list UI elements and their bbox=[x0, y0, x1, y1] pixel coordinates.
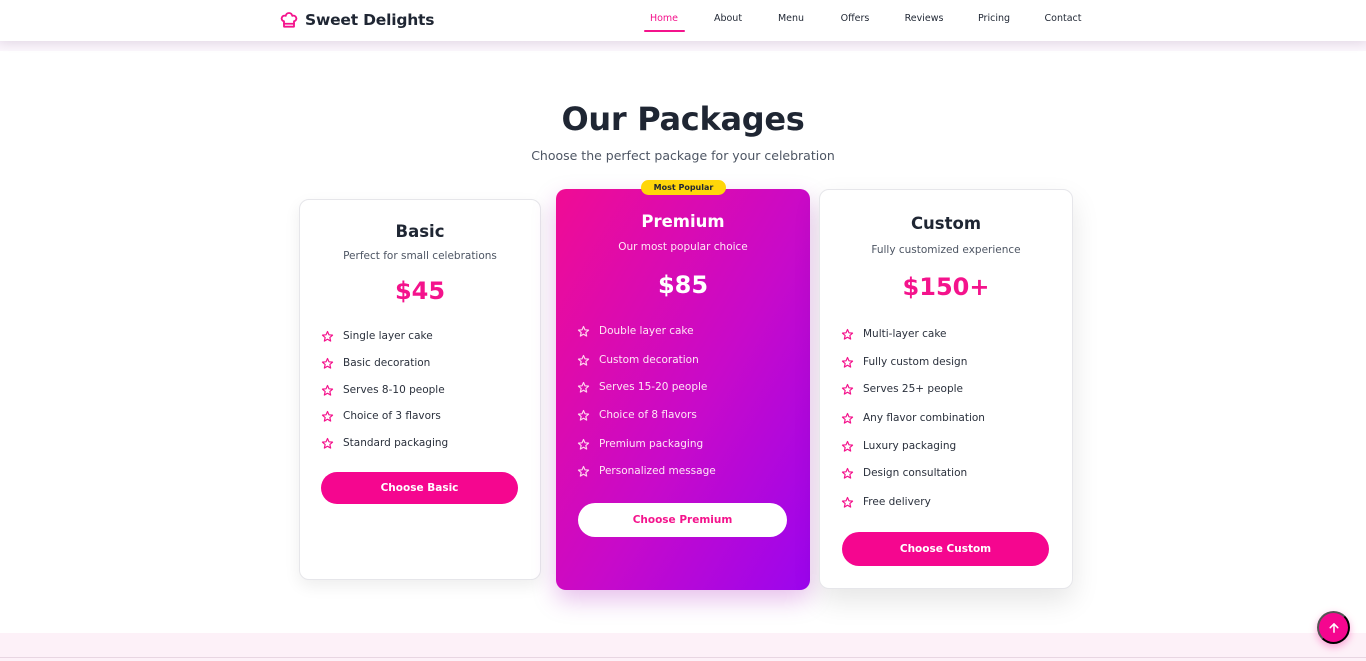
star-icon bbox=[321, 330, 334, 343]
package-card-premium: Premium Our most popular choice $85 Doub… bbox=[556, 189, 810, 590]
package-name: Custom bbox=[910, 214, 982, 233]
feature-label: Choice of 8 flavors bbox=[599, 409, 697, 421]
feature-label: Single layer cake bbox=[343, 330, 433, 342]
feature-item: Luxury packaging bbox=[841, 438, 956, 454]
main-nav: Home About Menu Offers Reviews Pricing C… bbox=[0, 0, 1366, 41]
package-card-basic: Basic Perfect for small celebrations $45… bbox=[299, 199, 541, 580]
feature-label: Double layer cake bbox=[599, 325, 694, 337]
feature-item: Serves 25+ people bbox=[841, 381, 963, 397]
site-header: Sweet Delights Home About Menu Offers Re… bbox=[0, 0, 1366, 41]
feature-item: Any flavor combination bbox=[841, 410, 985, 426]
nav-active-indicator bbox=[644, 30, 685, 32]
feature-item: Personalized message bbox=[577, 463, 716, 479]
feature-item: Serves 8-10 people bbox=[321, 382, 445, 398]
star-icon bbox=[841, 328, 854, 341]
arrow-up-icon bbox=[1328, 622, 1339, 633]
star-icon bbox=[321, 437, 334, 450]
star-icon bbox=[841, 496, 854, 509]
feature-label: Luxury packaging bbox=[863, 440, 957, 452]
section-subtitle: Choose the perfect package for your cele… bbox=[531, 148, 835, 163]
star-icon bbox=[841, 356, 854, 369]
feature-item: Free delivery bbox=[841, 494, 931, 510]
most-popular-badge: Most Popular bbox=[641, 180, 726, 195]
package-description: Our most popular choice bbox=[618, 241, 748, 253]
nav-home[interactable]: Home bbox=[650, 13, 678, 24]
feature-label: Standard packaging bbox=[343, 437, 449, 449]
feature-label: Choice of 3 flavors bbox=[343, 410, 441, 422]
feature-label: Fully custom design bbox=[863, 356, 968, 368]
choose-premium-button[interactable]: Choose Premium bbox=[578, 503, 787, 537]
nav-contact[interactable]: Contact bbox=[1045, 13, 1082, 24]
package-price: $150+ bbox=[902, 273, 990, 301]
feature-item: Premium packaging bbox=[577, 436, 703, 452]
star-icon bbox=[577, 409, 590, 422]
star-icon bbox=[321, 384, 334, 397]
star-icon bbox=[577, 465, 590, 478]
feature-label: Any flavor combination bbox=[863, 412, 985, 424]
feature-label: Serves 25+ people bbox=[863, 383, 964, 395]
feature-label: Free delivery bbox=[863, 496, 931, 508]
star-icon bbox=[321, 410, 334, 423]
feature-item: Fully custom design bbox=[841, 354, 967, 370]
feature-item: Choice of 8 flavors bbox=[577, 407, 697, 423]
star-icon bbox=[577, 381, 590, 394]
star-icon bbox=[841, 467, 854, 480]
star-icon bbox=[577, 438, 590, 451]
header-band bbox=[0, 41, 1366, 51]
feature-label: Personalized message bbox=[599, 465, 716, 477]
star-icon bbox=[841, 412, 854, 425]
feature-item: Custom decoration bbox=[577, 352, 699, 368]
package-price: $45 bbox=[394, 277, 446, 305]
star-icon bbox=[577, 354, 590, 367]
section-title: Our Packages bbox=[561, 100, 805, 138]
package-name: Basic bbox=[395, 222, 445, 241]
feature-label: Basic decoration bbox=[343, 357, 431, 369]
star-icon bbox=[321, 357, 334, 370]
package-price: $85 bbox=[657, 271, 709, 299]
back-to-top-button[interactable] bbox=[1317, 611, 1350, 644]
choose-custom-button[interactable]: Choose Custom bbox=[842, 532, 1049, 566]
feature-item: Serves 15-20 people bbox=[577, 379, 707, 395]
feature-label: Custom decoration bbox=[599, 354, 699, 366]
star-icon bbox=[577, 325, 590, 338]
nav-reviews[interactable]: Reviews bbox=[905, 13, 944, 24]
footer-divider bbox=[0, 657, 1366, 658]
feature-label: Serves 8-10 people bbox=[343, 384, 445, 396]
nav-about[interactable]: About bbox=[714, 13, 742, 24]
feature-label: Design consultation bbox=[863, 467, 968, 479]
feature-label: Multi-layer cake bbox=[863, 328, 947, 340]
nav-pricing[interactable]: Pricing bbox=[978, 13, 1010, 24]
feature-item: Design consultation bbox=[841, 465, 967, 481]
feature-label: Serves 15-20 people bbox=[599, 381, 708, 393]
star-icon bbox=[841, 383, 854, 396]
feature-item: Choice of 3 flavors bbox=[321, 408, 441, 424]
package-name: Premium bbox=[641, 212, 725, 231]
package-description: Perfect for small celebrations bbox=[343, 250, 497, 262]
nav-offers[interactable]: Offers bbox=[841, 13, 870, 24]
choose-basic-button[interactable]: Choose Basic bbox=[321, 472, 518, 504]
star-icon bbox=[841, 440, 854, 453]
feature-item: Single layer cake bbox=[321, 328, 433, 344]
feature-item: Multi-layer cake bbox=[841, 326, 947, 342]
nav-menu[interactable]: Menu bbox=[778, 13, 804, 24]
package-card-custom: Custom Fully customized experience $150+… bbox=[819, 189, 1073, 589]
feature-label: Premium packaging bbox=[599, 438, 704, 450]
feature-item: Double layer cake bbox=[577, 323, 694, 339]
package-description: Fully customized experience bbox=[871, 244, 1021, 256]
feature-item: Basic decoration bbox=[321, 355, 430, 371]
feature-item: Standard packaging bbox=[321, 435, 448, 451]
